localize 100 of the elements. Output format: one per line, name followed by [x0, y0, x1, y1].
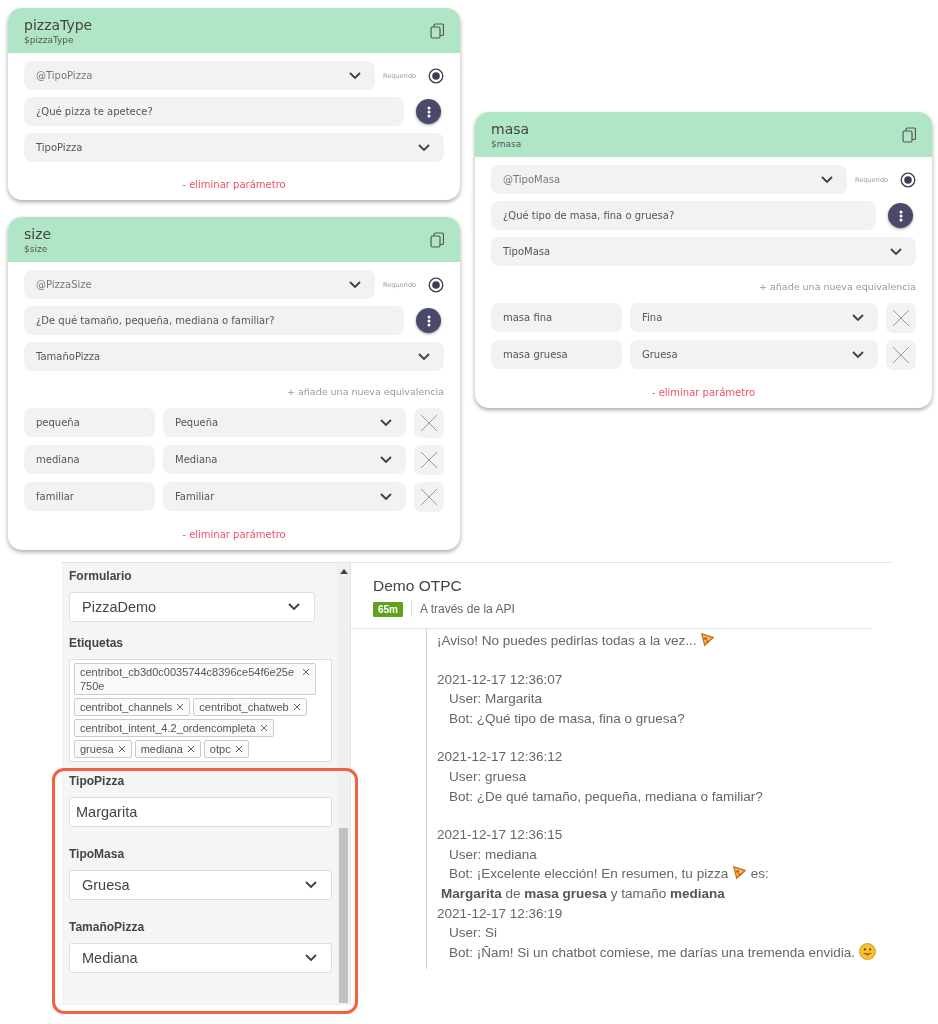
delete-button[interactable] — [414, 445, 444, 475]
copy-icon[interactable] — [902, 126, 916, 143]
prompt-field[interactable]: ¿Qué tipo de masa, fina o gruesa? — [491, 201, 876, 230]
close-icon — [892, 346, 910, 364]
synonym-field[interactable]: pequeña — [24, 408, 155, 437]
chevron-down-icon — [852, 350, 864, 359]
value-select[interactable]: Mediana — [163, 445, 406, 474]
delete-button[interactable] — [886, 303, 916, 333]
field-label: TipoMasa — [69, 847, 126, 861]
field-label: Formulario — [69, 569, 133, 583]
message-text: Bot: ¡Excelente elección! En resumen, tu pizza — [449, 866, 729, 882]
synonym-field[interactable]: mediana — [24, 445, 155, 474]
timestamp: 2021-12-17 12:36:07 — [437, 670, 564, 689]
chevron-down-icon — [380, 418, 392, 427]
chevron-down-icon — [288, 603, 300, 611]
copy-icon[interactable] — [430, 22, 444, 39]
text-field[interactable]: Margarita — [69, 797, 332, 827]
chat-title: Demo OTPC — [373, 577, 463, 595]
close-icon — [420, 488, 438, 506]
tag-chip[interactable]: centribot_cb3d0c0035744c8396ce54f6e25e750e — [74, 663, 316, 695]
summary-text: Margarita de masa gruesa y tamaño mediana — [440, 884, 726, 903]
synonym-field[interactable]: familiar — [24, 482, 155, 511]
remove-parameter-link[interactable]: - eliminar parámetro — [651, 387, 756, 398]
close-icon[interactable] — [176, 703, 185, 711]
prompt-field[interactable]: ¿De qué tamaño, pequeña, mediana o familiar? — [24, 306, 404, 335]
pizza-icon — [731, 865, 747, 881]
chevron-down-icon — [418, 352, 430, 361]
value-select[interactable]: Fina — [630, 303, 878, 332]
timestamp: 2021-12-17 12:36:19 — [437, 904, 564, 923]
synonym-field[interactable]: masa fina — [491, 303, 622, 332]
required-radio[interactable] — [428, 276, 444, 293]
tag-chip[interactable]: mediana — [134, 740, 201, 758]
required-radio[interactable] — [900, 171, 916, 188]
close-icon[interactable] — [117, 745, 126, 753]
parameter-variable: $masa — [491, 138, 523, 149]
entity-type-select[interactable]: TipoMasa — [491, 237, 916, 266]
timestamp: 2021-12-17 12:36:15 — [437, 826, 564, 845]
required-radio[interactable] — [428, 67, 444, 84]
more-button[interactable] — [888, 203, 913, 228]
chevron-down-icon — [890, 247, 902, 256]
value-select[interactable]: Pequeña — [163, 408, 406, 437]
field-label: TamañoPizza — [69, 920, 146, 934]
value-select[interactable]: Familiar — [163, 482, 406, 511]
more-button[interactable] — [416, 308, 441, 333]
close-icon[interactable] — [302, 668, 310, 676]
message-text: Bot: ¿Qué tipo de masa, fina o gruesa? — [448, 709, 686, 728]
scrollbar-thumb[interactable] — [339, 828, 348, 1003]
delete-button[interactable] — [414, 408, 444, 438]
entity-type-select[interactable]: TamañoPizza — [24, 342, 444, 371]
close-icon[interactable] — [234, 745, 243, 753]
copy-icon[interactable] — [430, 231, 444, 248]
prompt-field[interactable]: ¿Qué pizza te apetece? — [24, 97, 404, 126]
select-field[interactable]: Gruesa — [69, 870, 332, 900]
synonym-field[interactable]: masa gruesa — [491, 340, 622, 369]
field-label: Etiquetas — [69, 636, 124, 650]
entity-select[interactable]: @PizzaSize — [24, 270, 375, 299]
tags-field[interactable]: centribot_cb3d0c0035744c8396ce54f6e25e750e centribot_channels centribot_chatweb centribot_intent_4.2_ordencompleta gruesa mediana otpc — [69, 659, 332, 762]
message-text: Bot: ¡Ñam! Si un chatbot comiese, me darías una tremenda envidia. — [449, 944, 855, 960]
chevron-down-icon — [418, 143, 430, 152]
close-icon[interactable] — [292, 703, 301, 711]
tag-chip[interactable]: centribot_channels — [74, 698, 191, 716]
tag-chip[interactable]: gruesa — [74, 740, 132, 758]
select-field[interactable]: Mediana — [69, 943, 332, 973]
chevron-down-icon — [348, 71, 361, 80]
message-text: es: — [750, 866, 769, 882]
chevron-down-icon — [852, 313, 864, 322]
more-vertical-icon — [426, 105, 431, 118]
scroll-up-icon[interactable] — [339, 568, 348, 574]
entity-type-select[interactable]: TipoPizza — [24, 133, 444, 162]
parameter-title: size — [24, 225, 52, 242]
form-select[interactable]: PizzaDemo — [69, 592, 315, 622]
close-icon[interactable] — [259, 724, 268, 732]
tag-chip[interactable]: centribot_intent_4.2_ordencompleta — [74, 719, 274, 737]
message-text: Bot: ¿De qué tamaño, pequeña, mediana o familiar? — [448, 787, 764, 806]
entity-select[interactable]: @TipoMasa — [491, 165, 847, 194]
remove-parameter-link[interactable]: - eliminar parámetro — [182, 179, 286, 190]
parameter-variable: $pizzaType — [24, 34, 75, 45]
entity-select[interactable]: @TipoPizza — [24, 61, 375, 90]
message-text: User: gruesa — [448, 767, 528, 786]
message-text: User: Si — [448, 924, 498, 943]
tag-chip[interactable]: otpc — [203, 740, 249, 758]
value-select[interactable]: Gruesa — [630, 340, 878, 369]
scrollbar[interactable] — [337, 563, 350, 1005]
message-text: User: mediana — [448, 845, 538, 864]
close-icon[interactable] — [186, 745, 195, 753]
delete-button[interactable] — [414, 482, 444, 512]
chevron-down-icon — [305, 881, 317, 889]
delete-button[interactable] — [886, 340, 916, 370]
tag-chip[interactable]: centribot_chatweb — [193, 698, 307, 716]
remove-parameter-link[interactable]: - eliminar parámetro — [182, 529, 286, 540]
pizza-icon — [700, 632, 716, 647]
chevron-down-icon — [380, 492, 392, 501]
notice-text: ¡Aviso! No puedes pedirlas todas a la vez... — [437, 633, 697, 648]
more-vertical-icon — [426, 314, 431, 327]
more-button[interactable] — [416, 99, 441, 124]
timestamp: 2021-12-17 12:36:12 — [437, 748, 564, 767]
chevron-down-icon — [348, 280, 361, 289]
message-text: User: Margarita — [448, 690, 544, 709]
close-icon — [892, 309, 910, 327]
duration-badge: 65m — [373, 601, 403, 617]
